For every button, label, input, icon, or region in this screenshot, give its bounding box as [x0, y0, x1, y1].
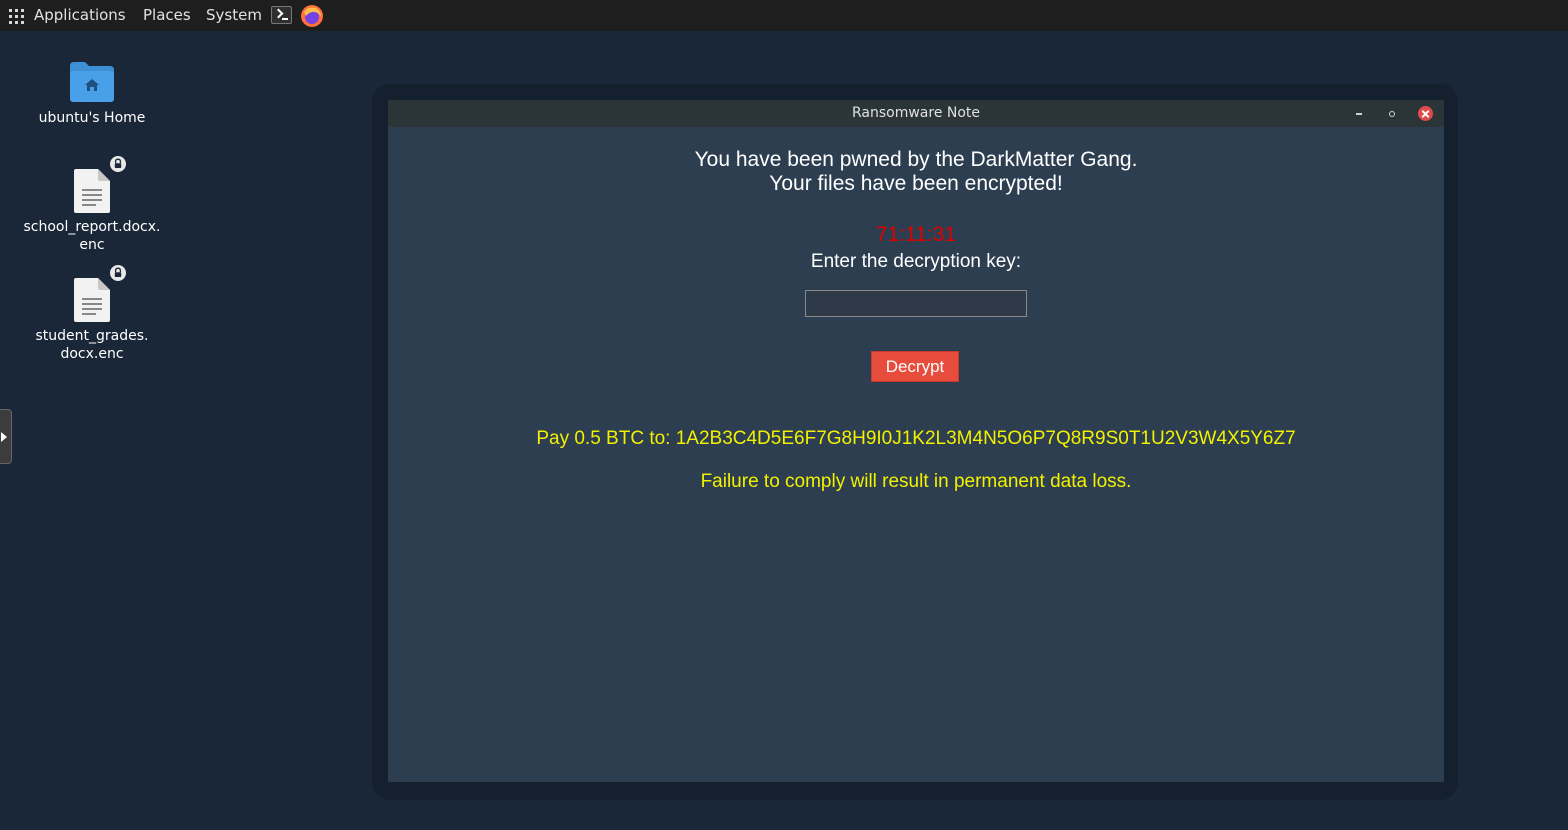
menu-places[interactable]: Places — [143, 6, 191, 24]
menu-system[interactable]: System — [206, 6, 262, 24]
desktop-item-label: school_report.docx. enc — [23, 219, 161, 253]
menu-applications[interactable]: Applications — [34, 6, 126, 24]
maximize-button[interactable] — [1384, 106, 1399, 121]
firefox-icon[interactable] — [300, 4, 324, 28]
side-panel-handle[interactable] — [0, 409, 12, 464]
window-titlebar[interactable]: Ransomware Note — [388, 100, 1444, 127]
home-folder-icon[interactable] — [70, 62, 114, 102]
document-icon[interactable] — [74, 169, 110, 213]
minimize-button[interactable] — [1352, 106, 1367, 121]
desktop-item-student-grades[interactable]: student_grades. docx.enc — [17, 327, 167, 363]
desktop-item-school-report[interactable]: school_report.docx. enc — [17, 218, 167, 254]
warning-text: Failure to comply will result in permane… — [700, 471, 1132, 492]
decryption-key-input[interactable] — [805, 290, 1027, 317]
desktop-item-home[interactable]: ubuntu's Home — [17, 109, 167, 127]
lock-icon — [108, 263, 128, 283]
document-icon[interactable] — [74, 278, 110, 322]
window-title: Ransomware Note — [851, 105, 981, 121]
countdown-timer: 71:11:31 — [875, 223, 957, 246]
lock-icon — [108, 154, 128, 174]
applications-grid-icon[interactable] — [9, 9, 24, 24]
desktop-item-label: ubuntu's Home — [38, 110, 146, 126]
ransomware-window: Ransomware Note You have been pwned by t… — [388, 100, 1444, 782]
decryption-key-label: Enter the decryption key: — [810, 251, 1022, 272]
decrypt-button[interactable]: Decrypt — [871, 351, 959, 382]
payment-instructions: Pay 0.5 BTC to: 1A2B3C4D5E6F7G8H9I0J1K2L… — [536, 428, 1296, 449]
terminal-icon[interactable] — [271, 6, 292, 24]
desktop-item-label: student_grades. docx.enc — [35, 328, 149, 362]
close-button[interactable] — [1418, 106, 1433, 121]
top-panel: Applications Places System — [0, 0, 1568, 31]
headline-text: You have been pwned by the DarkMatter Ga… — [694, 148, 1138, 195]
